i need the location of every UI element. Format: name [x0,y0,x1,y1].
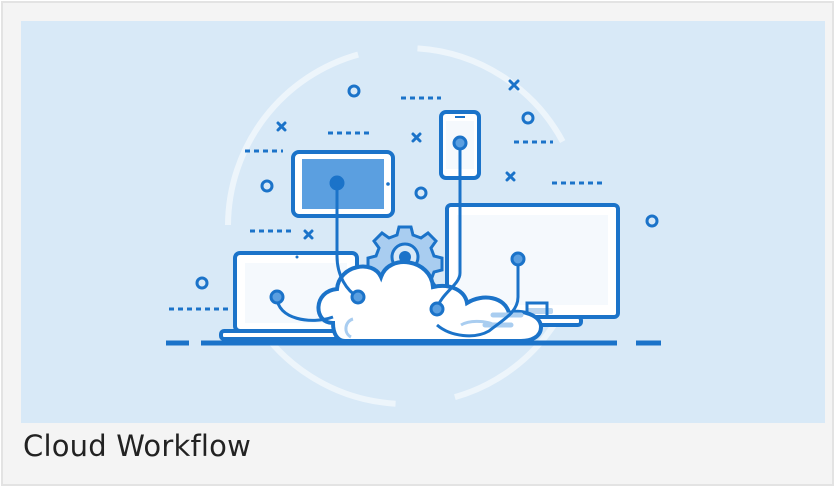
workflow-card[interactable]: Cloud Workflow [1,1,834,486]
card-caption: Cloud Workflow [23,429,252,463]
cloud-workflow-illustration [21,21,825,423]
